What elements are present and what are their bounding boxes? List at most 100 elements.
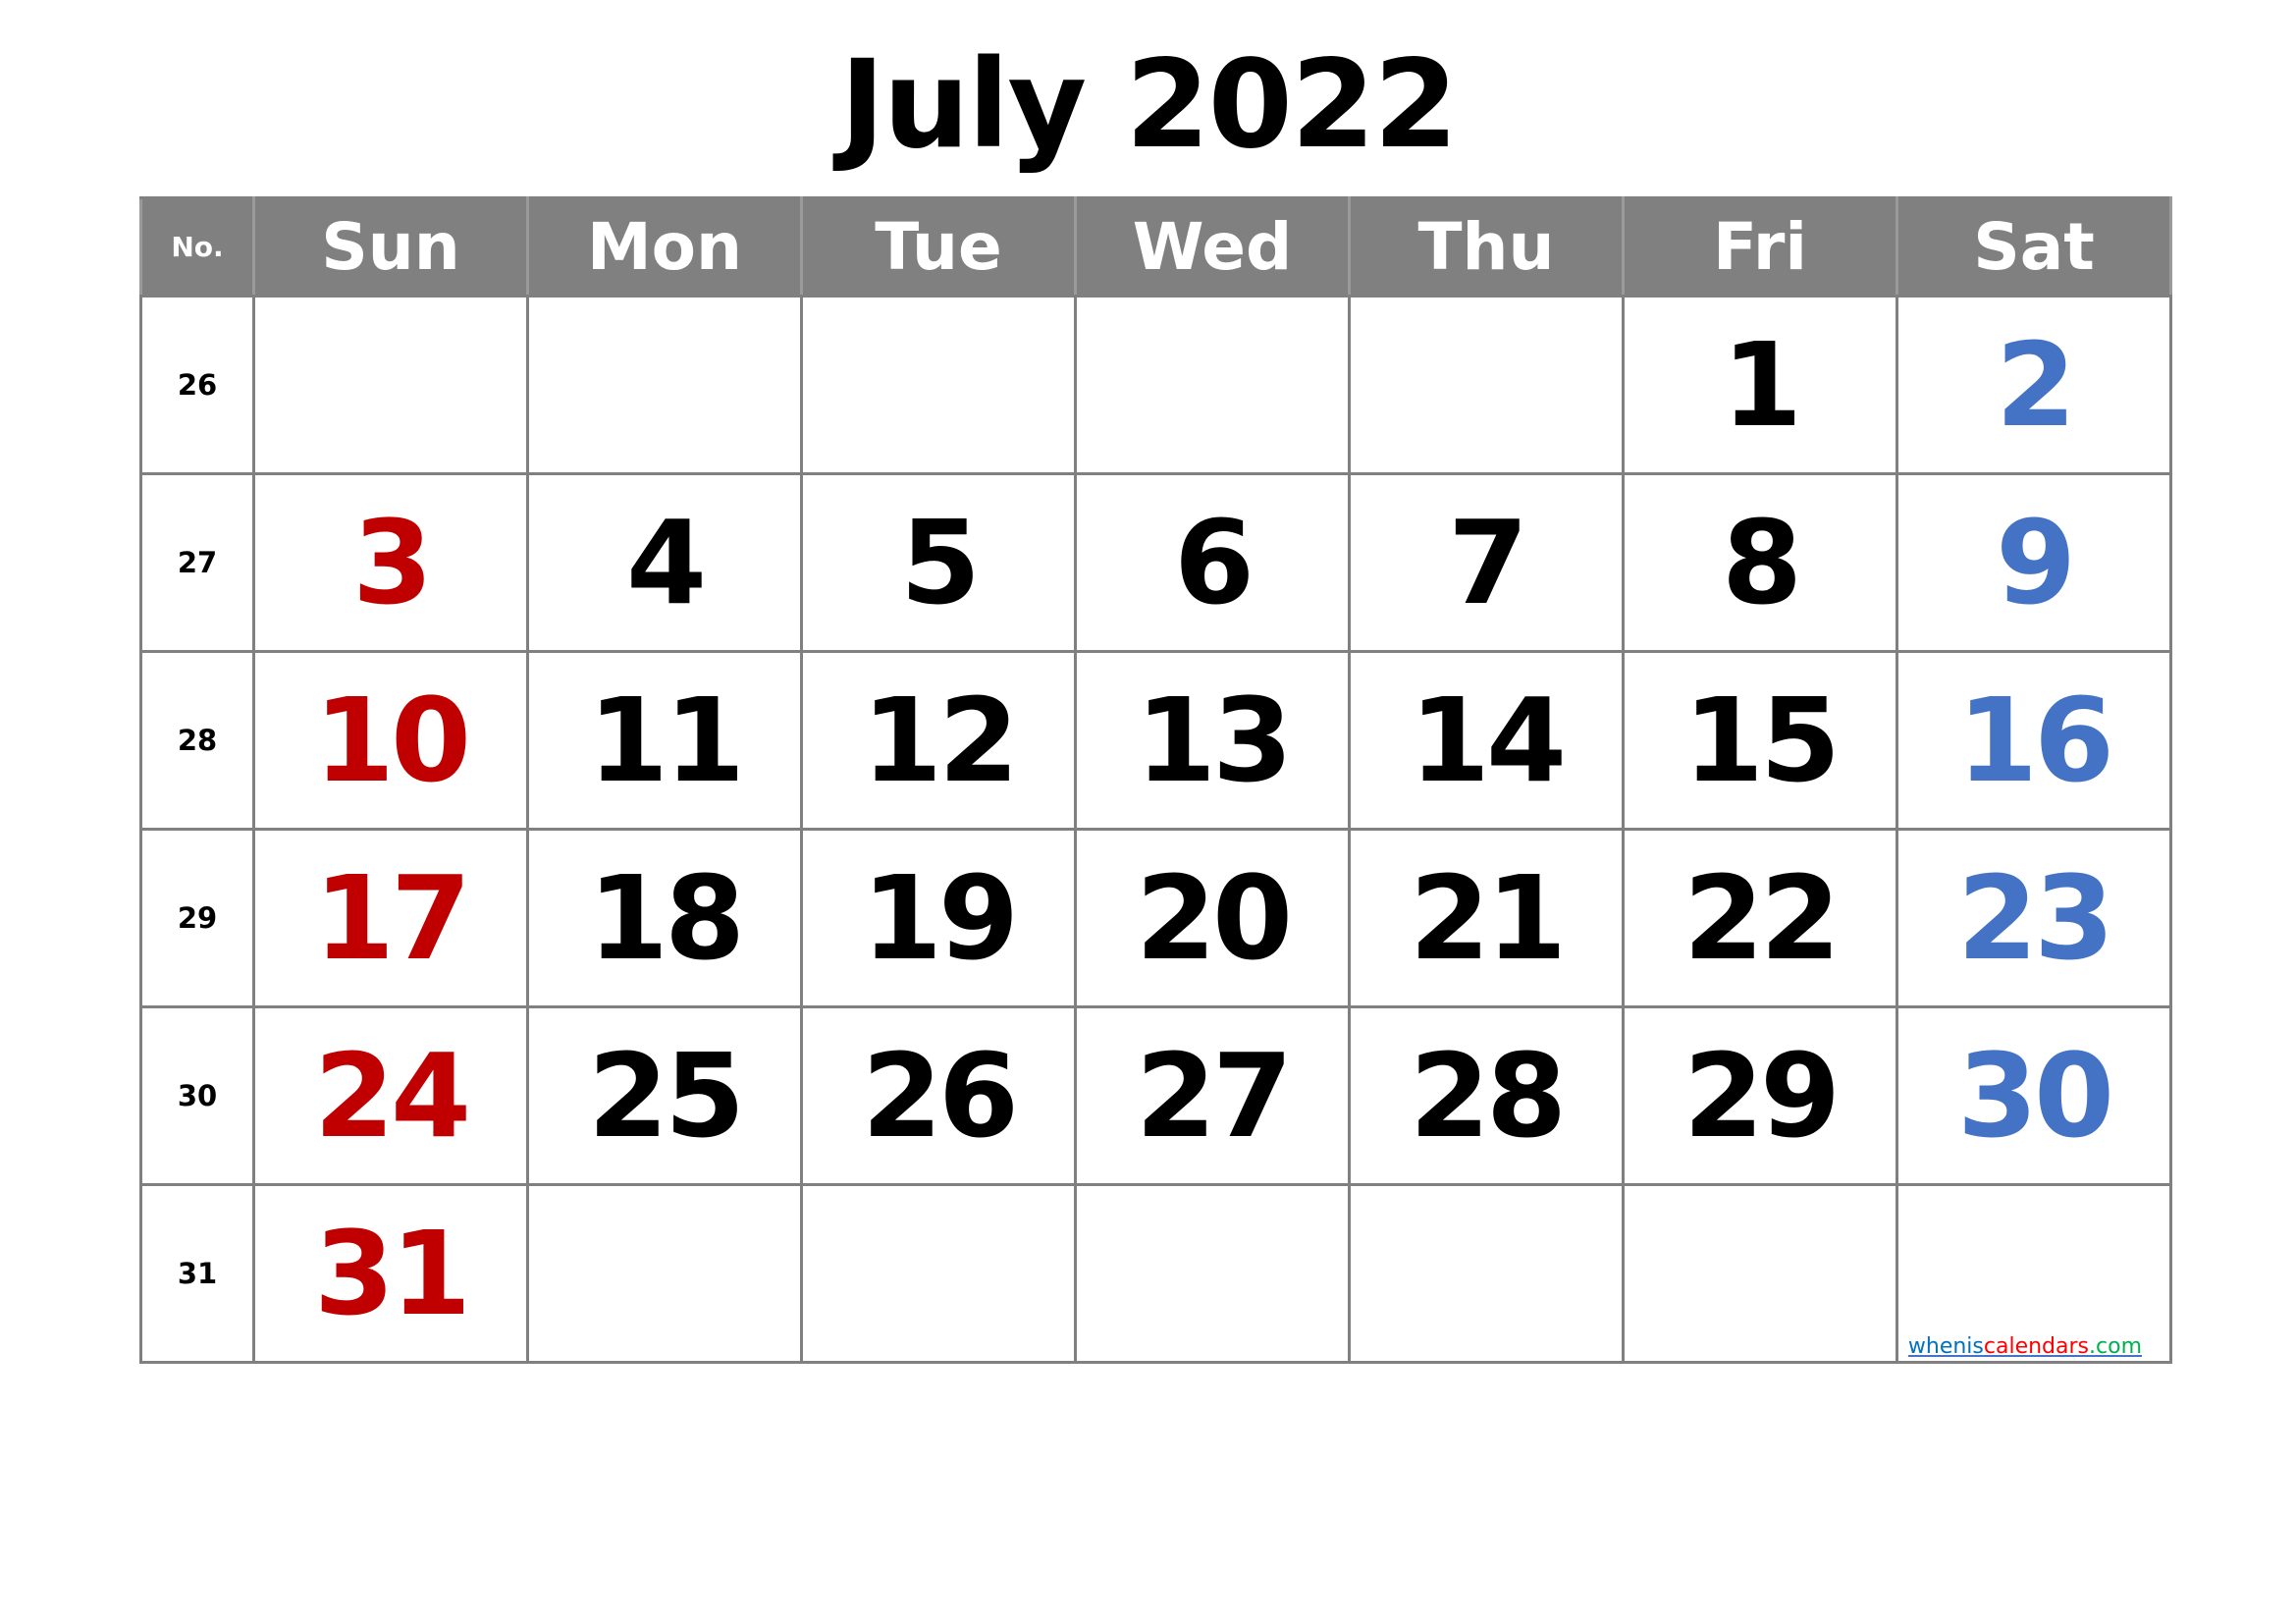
day-cell: 2 <box>1896 295 2172 475</box>
day-number: 30 <box>1956 1028 2114 1164</box>
day-number: 17 <box>313 850 471 986</box>
empty-day-cell <box>1622 1183 1898 1364</box>
day-number: 5 <box>899 495 981 630</box>
day-cell: 1 <box>1622 295 1898 475</box>
empty-day-cell <box>800 295 1077 475</box>
weekday-header-row: No. Sun Mon Tue Wed Thu Fri Sat <box>139 196 2172 298</box>
day-cell: 21 <box>1348 828 1625 1008</box>
day-number: 19 <box>861 850 1019 986</box>
week-number: 31 <box>139 1183 255 1364</box>
day-cell: 24 <box>252 1005 529 1186</box>
day-cell: 8 <box>1622 472 1898 653</box>
week-number: 29 <box>139 828 255 1008</box>
day-number: 16 <box>1956 673 2114 808</box>
weekday-header-mon: Mon <box>526 196 803 298</box>
empty-day-cell: wheniscalendars.com <box>1896 1183 2172 1364</box>
week-row: 29 17 18 19 20 21 22 23 <box>139 828 2172 1008</box>
empty-day-cell <box>526 1183 803 1364</box>
day-cell: 16 <box>1896 650 2172 831</box>
day-cell: 28 <box>1348 1005 1625 1186</box>
day-number: 4 <box>625 495 707 630</box>
weekday-header-wed: Wed <box>1074 196 1351 298</box>
day-number: 28 <box>1409 1028 1567 1164</box>
week-row: 30 24 25 26 27 28 29 30 <box>139 1005 2172 1186</box>
day-cell: 12 <box>800 650 1077 831</box>
day-number: 13 <box>1135 673 1293 808</box>
day-cell: 10 <box>252 650 529 831</box>
empty-day-cell <box>1348 295 1625 475</box>
empty-day-cell <box>252 295 529 475</box>
week-number: 30 <box>139 1005 255 1186</box>
week-row: 28 10 11 12 13 14 15 16 <box>139 650 2172 831</box>
day-cell: 11 <box>526 650 803 831</box>
watermark-text: calendars <box>1983 1334 2090 1359</box>
weekday-header-sat: Sat <box>1896 196 2172 298</box>
day-number: 7 <box>1447 495 1528 630</box>
calendar-grid: No. Sun Mon Tue Wed Thu Fri Sat 26 1 2 27 3 4 5 6 7 8 9 2… <box>139 196 2172 1364</box>
day-cell: 15 <box>1622 650 1898 831</box>
calendar-title: July 2022 <box>839 34 1458 176</box>
day-cell: 26 <box>800 1005 1077 1186</box>
day-number: 6 <box>1173 495 1255 630</box>
day-number: 23 <box>1956 850 2114 986</box>
day-number: 14 <box>1409 673 1567 808</box>
day-number: 31 <box>313 1206 471 1341</box>
day-cell: 25 <box>526 1005 803 1186</box>
day-cell: 19 <box>800 828 1077 1008</box>
watermark-text: .com <box>2089 1334 2142 1359</box>
weekday-header-fri: Fri <box>1622 196 1898 298</box>
day-cell: 13 <box>1074 650 1351 831</box>
day-cell: 29 <box>1622 1005 1898 1186</box>
day-number: 27 <box>1135 1028 1293 1164</box>
week-number: 27 <box>139 472 255 653</box>
watermark-link[interactable]: wheniscalendars.com <box>1908 1334 2142 1359</box>
day-number: 18 <box>587 850 745 986</box>
day-cell: 3 <box>252 472 529 653</box>
week-number: 26 <box>139 295 255 475</box>
day-number: 12 <box>861 673 1019 808</box>
watermark-text: whenis <box>1907 1334 1984 1359</box>
day-cell: 6 <box>1074 472 1351 653</box>
day-number: 9 <box>1995 495 2076 630</box>
empty-day-cell <box>1348 1183 1625 1364</box>
week-number: 28 <box>139 650 255 831</box>
day-number: 8 <box>1721 495 1802 630</box>
day-cell: 22 <box>1622 828 1898 1008</box>
day-cell: 31 <box>252 1183 529 1364</box>
day-number: 11 <box>587 673 745 808</box>
day-number: 21 <box>1409 850 1567 986</box>
day-number: 15 <box>1682 673 1841 808</box>
empty-day-cell <box>526 295 803 475</box>
day-cell: 18 <box>526 828 803 1008</box>
day-number: 1 <box>1721 317 1802 453</box>
day-cell: 20 <box>1074 828 1351 1008</box>
empty-day-cell <box>800 1183 1077 1364</box>
day-number: 10 <box>313 673 471 808</box>
week-row: 31 31 wheniscalendars.com <box>139 1183 2172 1364</box>
day-number: 20 <box>1135 850 1293 986</box>
day-number: 24 <box>313 1028 471 1164</box>
week-row: 26 1 2 <box>139 295 2172 475</box>
weekday-header-thu: Thu <box>1348 196 1625 298</box>
day-number: 29 <box>1682 1028 1841 1164</box>
day-cell: 17 <box>252 828 529 1008</box>
day-number: 26 <box>861 1028 1019 1164</box>
weekday-header-tue: Tue <box>800 196 1077 298</box>
day-cell: 14 <box>1348 650 1625 831</box>
empty-day-cell <box>1074 1183 1351 1364</box>
week-number-header: No. <box>139 196 255 298</box>
day-number: 22 <box>1682 850 1841 986</box>
week-row: 27 3 4 5 6 7 8 9 <box>139 472 2172 653</box>
day-number: 25 <box>587 1028 745 1164</box>
day-cell: 4 <box>526 472 803 653</box>
day-number: 2 <box>1995 317 2076 453</box>
empty-day-cell <box>1074 295 1351 475</box>
weekday-header-sun: Sun <box>252 196 529 298</box>
day-cell: 9 <box>1896 472 2172 653</box>
day-cell: 30 <box>1896 1005 2172 1186</box>
day-cell: 23 <box>1896 828 2172 1008</box>
day-cell: 7 <box>1348 472 1625 653</box>
day-cell: 27 <box>1074 1005 1351 1186</box>
day-number: 3 <box>351 495 433 630</box>
day-cell: 5 <box>800 472 1077 653</box>
